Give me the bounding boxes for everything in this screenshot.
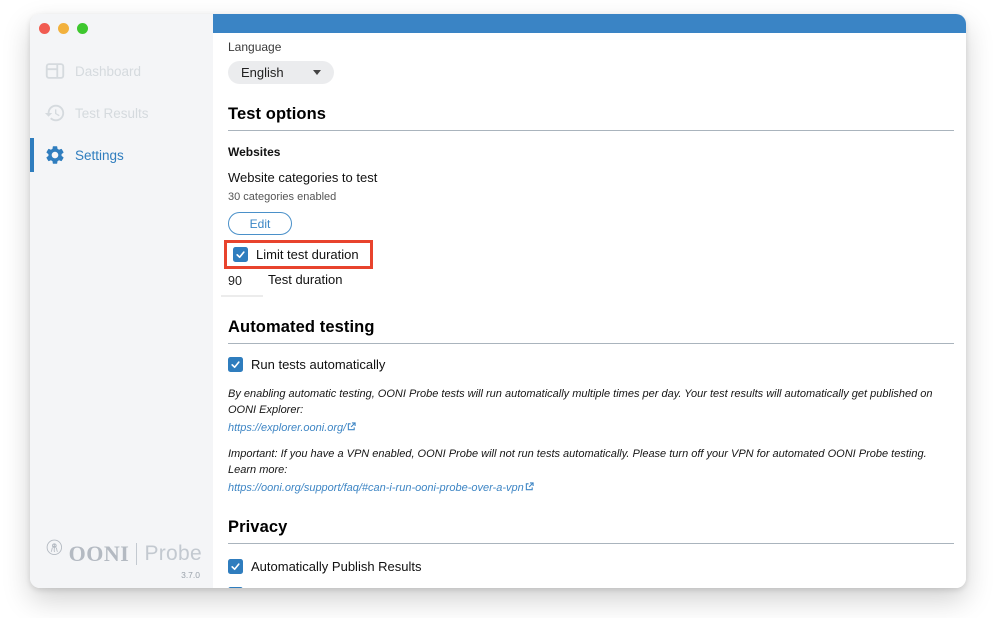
run-tests-automatically-label: Run tests automatically: [251, 357, 385, 372]
test-duration-input[interactable]: [221, 271, 263, 297]
header-bar: [213, 14, 966, 33]
divider: [228, 343, 954, 344]
sidebar-item-label: Settings: [75, 148, 124, 163]
dashboard-icon: [44, 60, 66, 82]
traffic-lights: [30, 14, 213, 40]
divider: [228, 543, 954, 544]
sidebar: Dashboard Test Results Settings: [30, 14, 213, 588]
limit-test-duration-label: Limit test duration: [256, 247, 359, 262]
website-categories-label: Website categories to test: [228, 170, 954, 185]
ooni-probe-logo: OONI Probe 3.7.0: [46, 539, 202, 580]
categories-enabled-status: 30 categories enabled: [228, 191, 954, 203]
test-duration-field: Test duration: [228, 271, 954, 297]
sidebar-item-label: Test Results: [75, 106, 149, 121]
ooni-octopus-icon: [46, 539, 63, 569]
sidebar-item-dashboard[interactable]: Dashboard: [30, 50, 213, 92]
vpn-warning-note: Important: If you have a VPN enabled, OO…: [228, 447, 954, 497]
edit-categories-button[interactable]: Edit: [228, 212, 292, 235]
test-duration-label: Test duration: [268, 272, 342, 287]
test-options-heading: Test options: [228, 105, 954, 124]
vpn-faq-link[interactable]: https://ooni.org/support/faq/#can-i-run-…: [228, 481, 534, 497]
logo-version: 3.7.0: [46, 570, 202, 580]
settings-content: Language English Test options Websites W…: [213, 33, 966, 588]
chevron-down-icon: [313, 70, 321, 75]
external-link-icon: [525, 482, 534, 491]
sidebar-item-label: Dashboard: [75, 64, 141, 79]
divider: [228, 130, 954, 131]
send-crash-reports-checkbox-row[interactable]: Send crash reports: [228, 587, 954, 588]
logo-product-text: Probe: [144, 542, 202, 566]
annotation-highlight-rectangle: Limit test duration: [224, 240, 373, 269]
run-tests-automatically-checkbox-row[interactable]: Run tests automatically: [228, 357, 954, 372]
external-link-icon: [347, 422, 356, 431]
logo-brand-text: OONI: [69, 541, 130, 567]
sidebar-item-settings[interactable]: Settings: [30, 134, 213, 176]
language-selected-value: English: [241, 65, 284, 80]
checkbox-checked-icon[interactable]: [228, 357, 243, 372]
language-select[interactable]: English: [228, 61, 334, 84]
websites-label: Websites: [228, 145, 954, 159]
checkbox-checked-icon[interactable]: [228, 559, 243, 574]
language-label: Language: [228, 40, 954, 54]
checkbox-checked-icon[interactable]: [228, 587, 243, 588]
zoom-window-button[interactable]: [77, 23, 88, 34]
automatic-testing-note: By enabling automatic testing, OONI Prob…: [228, 387, 954, 437]
note-text: Important: If you have a VPN enabled, OO…: [228, 448, 927, 476]
history-icon: [44, 102, 66, 124]
publish-results-checkbox-row[interactable]: Automatically Publish Results: [228, 559, 954, 574]
sidebar-nav: Dashboard Test Results Settings: [30, 50, 213, 176]
checkbox-checked-icon[interactable]: [233, 247, 248, 262]
explorer-link[interactable]: https://explorer.ooni.org/: [228, 421, 356, 437]
privacy-heading: Privacy: [228, 518, 954, 537]
publish-results-label: Automatically Publish Results: [251, 559, 422, 574]
minimize-window-button[interactable]: [58, 23, 69, 34]
gear-icon: [44, 144, 66, 166]
sidebar-item-test-results[interactable]: Test Results: [30, 92, 213, 134]
main-area: Language English Test options Websites W…: [213, 14, 966, 588]
send-crash-reports-label: Send crash reports: [251, 587, 361, 588]
close-window-button[interactable]: [39, 23, 50, 34]
note-text: By enabling automatic testing, OONI Prob…: [228, 388, 933, 416]
app-window: Dashboard Test Results Settings: [30, 14, 966, 588]
logo-separator: [136, 543, 137, 565]
limit-test-duration-checkbox-row[interactable]: Limit test duration: [233, 247, 359, 262]
automated-testing-heading: Automated testing: [228, 318, 954, 337]
